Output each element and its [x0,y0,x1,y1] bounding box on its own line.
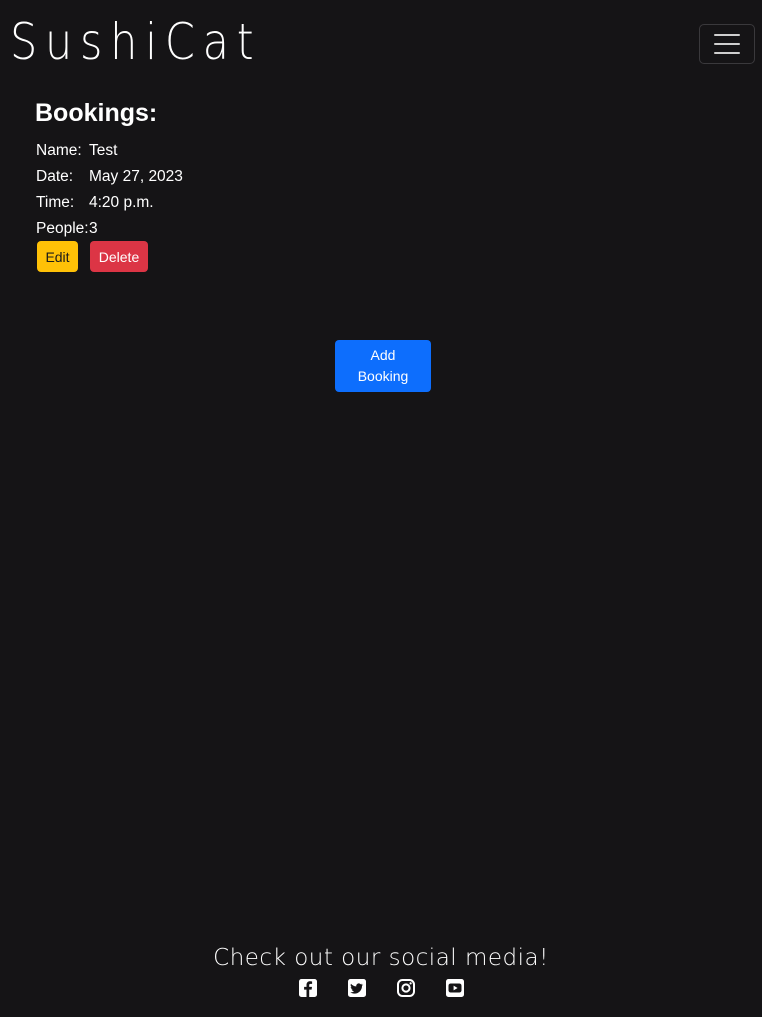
instagram-icon[interactable] [396,978,416,998]
hamburger-menu-icon [714,34,740,36]
booking-value: 4:20 p.m. [89,194,154,211]
navbar-toggler-button[interactable] [699,24,755,64]
booking-row-time: Time: 4:20 p.m. [36,190,183,216]
facebook-icon[interactable] [298,978,318,998]
delete-booking-button[interactable]: Delete [90,241,148,272]
twitter-icon[interactable] [347,978,367,998]
booking-label: People: [36,220,89,237]
navbar: SushiCat [0,0,762,88]
add-booking-button[interactable]: Add Booking [335,340,431,392]
social-links [0,978,762,1000]
booking-label: Time: [36,194,75,211]
booking-details: Name: Test Date: May 27, 2023 Time: 4:20… [36,138,183,242]
booking-value: 3 [89,220,98,237]
booking-label: Name: [36,142,82,159]
bookings-heading: Bookings: [35,99,158,127]
footer-social-text: Check out our social media! [213,945,549,971]
youtube-icon[interactable] [445,978,465,998]
booking-label: Date: [36,168,74,185]
brand-logo[interactable]: SushiCat [10,10,261,74]
booking-row-date: Date: May 27, 2023 [36,164,183,190]
edit-booking-button[interactable]: Edit [37,241,78,272]
booking-value: Test [89,142,118,159]
booking-row-name: Name: Test [36,138,183,164]
booking-row-people: People: 3 [36,216,183,242]
booking-value: May 27, 2023 [89,168,183,185]
